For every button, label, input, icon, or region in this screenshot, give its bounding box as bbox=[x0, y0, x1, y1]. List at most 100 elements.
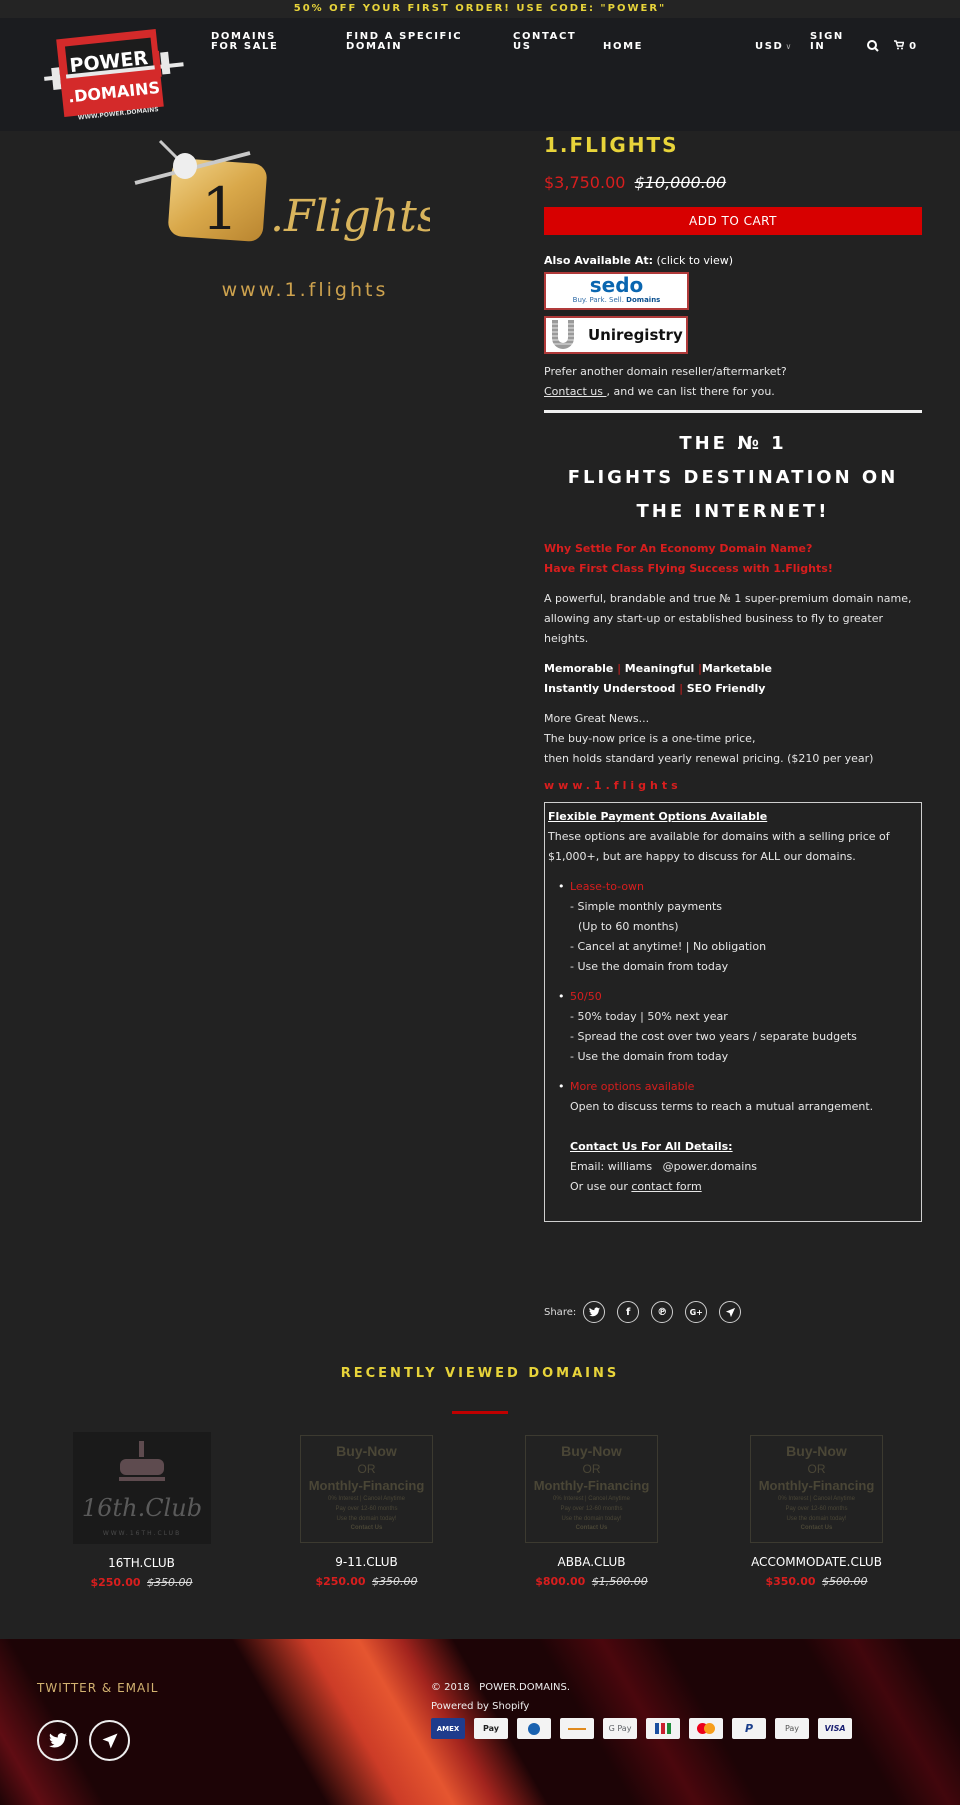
recent-domain-name[interactable]: 16TH.CLUB bbox=[29, 1556, 254, 1570]
share-facebook-button[interactable]: f bbox=[617, 1301, 640, 1323]
recent-domain-card[interactable]: 16th.Club WWW.16TH.CLUB 16TH.CLUB $250.0… bbox=[29, 1432, 254, 1589]
thumb-url: WWW.16TH.CLUB bbox=[102, 1530, 180, 1537]
apple-pay-icon: Pay bbox=[474, 1718, 508, 1739]
section-divider bbox=[452, 1411, 508, 1414]
cart-button[interactable]: 0 bbox=[894, 40, 918, 52]
share-email-button[interactable] bbox=[719, 1301, 742, 1323]
contact-suffix: , and we can list there for you. bbox=[606, 385, 775, 398]
description: A powerful, brandable and true № 1 super… bbox=[544, 592, 912, 645]
domain-thumbnail-financing: Buy-Now OR Monthly-Financing 0% Interest | … bbox=[525, 1435, 658, 1543]
payment-options-list: Lease-to-own - Simple monthly payments (… bbox=[548, 877, 918, 1197]
divider bbox=[544, 410, 922, 413]
recent-domain-card[interactable]: Buy-Now OR Monthly-Financing 0% Interest | … bbox=[704, 1432, 929, 1588]
add-to-cart-button[interactable]: ADD TO CART bbox=[544, 207, 922, 235]
payment-option: 50/50 - 50% today | 50% next year - Spre… bbox=[558, 987, 918, 1067]
contact-form-link[interactable]: contact form bbox=[631, 1180, 701, 1193]
recent-domain-name[interactable]: 9-11.CLUB bbox=[254, 1555, 479, 1569]
option-name: 50/50 bbox=[570, 990, 602, 1003]
sign-in-link[interactable]: SIGN IN bbox=[810, 32, 850, 52]
copyright: © 2018 POWER.DOMAINS. bbox=[431, 1682, 571, 1693]
mastercard-icon bbox=[689, 1718, 723, 1739]
option-name: More options available bbox=[570, 1080, 695, 1093]
chevron-down-icon: ∨ bbox=[785, 42, 793, 51]
powered-by-shopify-link[interactable]: Powered by Shopify bbox=[431, 1701, 529, 1712]
share-pinterest-button[interactable]: ℗ bbox=[651, 1301, 674, 1323]
option-line: - Use the domain from today bbox=[570, 960, 729, 973]
nav-find-specific-domain[interactable]: FIND A SPECIFIC DOMAIN bbox=[346, 32, 466, 52]
payment-options-title: Flexible Payment Options Available bbox=[548, 810, 768, 823]
domain-thumbnail-financing: Buy-Now OR Monthly-Financing 0% Interest | … bbox=[750, 1435, 883, 1543]
feature: Marketable bbox=[701, 662, 772, 675]
payment-options-intro: These options are available for domains … bbox=[548, 830, 890, 863]
option-line: - 50% today | 50% next year bbox=[570, 1010, 728, 1023]
headline-line-2: FLIGHTS DESTINATION ON bbox=[567, 467, 899, 488]
recent-domain-name[interactable]: ACCOMMODATE.CLUB bbox=[704, 1555, 929, 1569]
sedo-link[interactable]: sedo Buy. Park. Sell. Domains bbox=[544, 272, 689, 310]
recently-viewed-title: RECENTLY VIEWED DOMAINS bbox=[340, 1366, 620, 1381]
option-line: - Use the domain from today bbox=[570, 1050, 729, 1063]
nav-contact-us[interactable]: CONTACT US bbox=[513, 32, 575, 52]
google-plus-icon: G+ bbox=[689, 1307, 703, 1317]
reseller-note: Prefer another domain reseller/aftermark… bbox=[544, 362, 922, 402]
also-available-hint: (click to view) bbox=[656, 254, 734, 267]
recent-domain-price: $800.00 $1,500.00 bbox=[479, 1575, 704, 1588]
payment-option: More options available Open to discuss t… bbox=[558, 1077, 918, 1197]
share-google-plus-button[interactable]: G+ bbox=[685, 1301, 708, 1323]
contact-us-link[interactable]: Contact us bbox=[544, 385, 607, 398]
red-lead-line-2: Have First Class Flying Success with 1.F… bbox=[544, 562, 833, 575]
diners-club-icon bbox=[517, 1718, 551, 1739]
also-available-label: Also Available At: bbox=[544, 254, 654, 267]
payment-option: Lease-to-own - Simple monthly payments (… bbox=[558, 877, 918, 977]
headline: THE № 1 FLIGHTS DESTINATION ON THE INTER… bbox=[544, 427, 922, 529]
currency-selector[interactable]: USD ∨ bbox=[755, 42, 793, 52]
power-domains-logo[interactable]: POWER .DOMAINS WWW.POWER.DOMAINS bbox=[40, 28, 190, 123]
brand-url: www.1.flights bbox=[222, 279, 389, 301]
site-header: POWER .DOMAINS WWW.POWER.DOMAINS DOMAINS… bbox=[0, 18, 960, 131]
promo-bar: 50% OFF YOUR FIRST ORDER! USE CODE: "POW… bbox=[0, 0, 960, 18]
sedo-logo-text: sedo bbox=[589, 273, 644, 297]
google-pay-icon: G Pay bbox=[603, 1718, 637, 1739]
site-footer: TWITTER & EMAIL © 2018 POWER.DOMAINS. Po… bbox=[0, 1639, 960, 1805]
news-line: The buy-now price is a one-time price, bbox=[544, 732, 756, 745]
compare-price: $350.00 bbox=[147, 1576, 193, 1589]
news-line: then holds standard yearly renewal prici… bbox=[544, 752, 874, 765]
recent-domain-name[interactable]: ABBA.CLUB bbox=[479, 1555, 704, 1569]
uniregistry-link[interactable]: Uniregistry bbox=[544, 316, 688, 354]
share-label: Share: bbox=[544, 1306, 577, 1318]
brand-numeral: 1 bbox=[202, 175, 239, 243]
headline-line-3: THE INTERNET! bbox=[636, 501, 830, 522]
share-twitter-button[interactable] bbox=[583, 1301, 606, 1323]
footer-twitter-button[interactable] bbox=[37, 1720, 78, 1761]
cart-count: 0 bbox=[909, 41, 918, 52]
also-available: Also Available At: (click to view) bbox=[544, 254, 922, 267]
thumb-brand: 16th.Club bbox=[81, 1494, 201, 1522]
contact-email: Email: williams @power.domains bbox=[570, 1160, 758, 1173]
feature: Instantly Understood bbox=[544, 682, 676, 695]
sedo-tagline: Buy. Park. Sell. Domains bbox=[572, 296, 661, 304]
news-line: More Great News... bbox=[544, 712, 650, 725]
domain-url-red: www.1.flights bbox=[544, 779, 682, 792]
currency-value: USD bbox=[755, 41, 784, 52]
option-line: Open to discuss terms to reach a mutual … bbox=[570, 1100, 874, 1113]
recent-domain-card[interactable]: Buy-Now OR Monthly-Financing 0% Interest | … bbox=[479, 1432, 704, 1588]
feature: SEO Friendly bbox=[686, 682, 766, 695]
product-info: 1.FLIGHTS $3,750.00 $10,000.00 ADD TO CA… bbox=[544, 131, 922, 1222]
red-lead-line-1: Why Settle For An Economy Domain Name? bbox=[544, 542, 813, 555]
sale-price: $3,750.00 bbox=[544, 173, 626, 192]
product-image-1-flights[interactable]: 1 .Flights www.1.flights bbox=[130, 131, 430, 306]
nav-domains-for-sale[interactable]: DOMAINS FOR SALE bbox=[211, 32, 301, 52]
features: Memorable | Meaningful |Marketable Insta… bbox=[544, 662, 772, 695]
recent-domain-card[interactable]: Buy-Now OR Monthly-Financing 0% Interest | … bbox=[254, 1432, 479, 1588]
nav-home[interactable]: HOME bbox=[603, 42, 643, 52]
domain-thumbnail-financing: Buy-Now OR Monthly-Financing 0% Interest | … bbox=[300, 1435, 433, 1543]
footer-email-button[interactable] bbox=[89, 1720, 130, 1761]
feature: Meaningful bbox=[624, 662, 695, 675]
email-icon bbox=[102, 1733, 117, 1748]
option-line: (Up to 60 months) bbox=[578, 920, 679, 933]
cart-icon bbox=[894, 40, 905, 50]
footer-title: TWITTER & EMAIL bbox=[37, 1681, 159, 1695]
option-line: - Simple monthly payments bbox=[570, 900, 723, 913]
search-icon[interactable] bbox=[866, 39, 880, 53]
recent-domain-price: $350.00 $500.00 bbox=[704, 1575, 929, 1588]
compare-price: $1,500.00 bbox=[591, 1575, 648, 1588]
